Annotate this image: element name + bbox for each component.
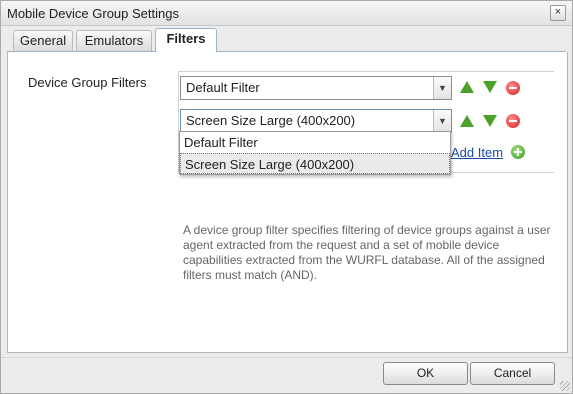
tab-general[interactable]: General [13, 30, 73, 51]
remove-icon [506, 114, 520, 128]
dropdown-arrow-icon[interactable]: ▼ [433, 77, 451, 99]
dropdown-arrow-icon[interactable]: ▼ [433, 110, 451, 132]
close-icon[interactable]: × [550, 5, 566, 21]
dialog-title: Mobile Device Group Settings [7, 6, 179, 21]
cancel-button[interactable]: Cancel [470, 362, 555, 385]
title-bar[interactable]: Mobile Device Group Settings × [1, 1, 572, 26]
mobile-device-group-settings-dialog: Mobile Device Group Settings × General E… [0, 0, 573, 394]
filter-select-1-value: Default Filter [186, 80, 260, 95]
remove-button-1[interactable] [506, 81, 520, 95]
move-down-icon [483, 115, 497, 127]
dropdown-option-default-filter[interactable]: Default Filter [180, 132, 450, 153]
move-up-button-1[interactable] [460, 80, 474, 94]
filter-select-2[interactable]: Screen Size Large (400x200) ▼ [180, 109, 452, 133]
filters-panel: Device Group Filters Default Filter ▼ Sc… [7, 52, 568, 353]
filters-help-text: A device group filter specifies filterin… [183, 223, 551, 282]
device-group-filters-label: Device Group Filters [28, 75, 147, 90]
move-down-button-2[interactable] [483, 114, 497, 128]
move-down-button-1[interactable] [483, 80, 497, 94]
move-up-icon [460, 81, 474, 93]
dropdown-option-screen-size-large[interactable]: Screen Size Large (400x200) [180, 153, 450, 174]
remove-icon [506, 81, 520, 95]
add-icon[interactable] [511, 145, 525, 159]
resize-grip-icon[interactable] [560, 381, 570, 391]
add-item-link[interactable]: Add Item [451, 145, 503, 160]
ok-button[interactable]: OK [383, 362, 468, 385]
filter-select-2-value: Screen Size Large (400x200) [186, 113, 356, 128]
filter-dropdown-list: Default Filter Screen Size Large (400x20… [179, 131, 451, 175]
move-up-icon [460, 115, 474, 127]
footer-divider [1, 357, 572, 358]
move-up-button-2[interactable] [460, 114, 474, 128]
tab-strip: General Emulators Filters [7, 28, 566, 52]
filter-select-1[interactable]: Default Filter ▼ [180, 76, 452, 100]
remove-button-2[interactable] [506, 114, 520, 128]
tab-filters[interactable]: Filters [155, 28, 217, 52]
move-down-icon [483, 81, 497, 93]
tab-emulators[interactable]: Emulators [76, 30, 152, 51]
